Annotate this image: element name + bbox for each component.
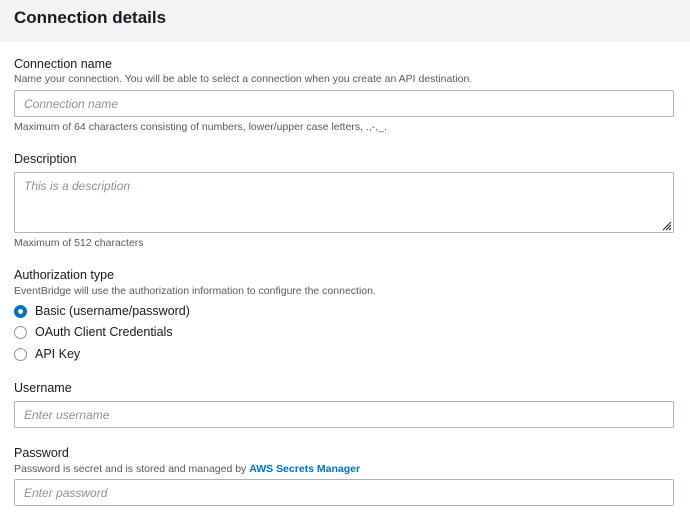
radio-unchecked-icon[interactable]: [14, 347, 27, 361]
resize-handle-icon[interactable]: [662, 221, 672, 231]
radio-checked-icon[interactable]: [14, 304, 27, 318]
radio-oauth[interactable]: OAuth Client Credentials: [14, 323, 173, 341]
connection-name-label: Connection name: [14, 57, 112, 71]
password-label: Password: [14, 446, 69, 460]
radio-basic-auth[interactable]: Basic (username/password): [14, 302, 190, 320]
description-constraint: Maximum of 512 characters: [14, 237, 144, 249]
authorization-type-description: EventBridge will use the authorization i…: [14, 285, 376, 297]
radio-label-oauth: OAuth Client Credentials: [35, 325, 173, 339]
radio-api-key[interactable]: API Key: [14, 345, 80, 363]
radio-label-basic: Basic (username/password): [35, 304, 190, 318]
section-title: Connection details: [14, 8, 167, 27]
connection-name-input[interactable]: [14, 90, 674, 117]
authorization-type-label: Authorization type: [14, 268, 115, 282]
description-textarea[interactable]: [14, 172, 674, 233]
radio-label-api-key: API Key: [35, 347, 81, 361]
username-label: Username: [14, 381, 72, 395]
password-input[interactable]: [14, 479, 674, 506]
aws-secrets-manager-link[interactable]: AWS Secrets Manager: [249, 463, 360, 475]
username-input[interactable]: [14, 401, 674, 428]
radio-unchecked-icon[interactable]: [14, 325, 27, 339]
connection-name-description: Name your connection. You will be able t…: [14, 73, 473, 85]
connection-name-constraint: Maximum of 64 characters consisting of n…: [14, 121, 387, 133]
password-description: Password is secret and is stored and man…: [14, 463, 360, 475]
description-label: Description: [14, 152, 77, 166]
section-header: Connection details: [0, 0, 690, 42]
password-description-text: Password is secret and is stored and man…: [14, 463, 250, 475]
